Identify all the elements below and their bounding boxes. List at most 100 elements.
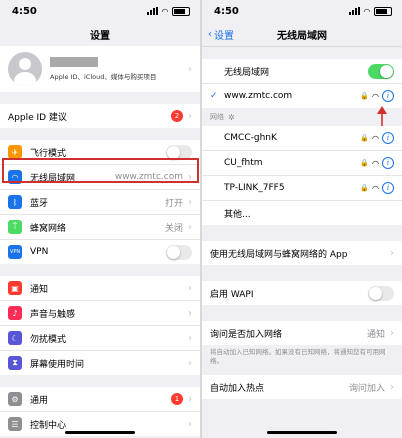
ask-join-group: 询问是否加入网络 通知 › [202,321,402,345]
vpn-label: VPN [30,247,49,257]
info-icon[interactable]: i [382,132,394,144]
status-indicators: ◠ [146,6,190,16]
lock-icon: 🔒 [360,92,370,100]
gear-icon: ⚙ [8,392,22,406]
ask-join-value: 通知 [366,329,385,340]
chevron-right-icon: › [188,307,192,319]
home-indicator [267,431,337,434]
page-title: 设置 [90,30,110,42]
page-title: 无线局域网 [277,30,327,42]
dnd-label: 勿扰模式 [30,334,67,345]
spinner-icon: ✲ [228,112,235,122]
signal-icon [146,7,158,15]
vpn-toggle[interactable] [166,244,192,260]
ask-join-row[interactable]: 询问是否加入网络 通知 › [202,321,402,345]
airplane-toggle[interactable] [166,144,192,160]
appleid-badge: 2 [171,110,183,122]
settings-panel: 4:50 ◠ 设置 Apple ID、iCloud、媒体与购买项目 › Appl… [0,0,200,438]
battery-icon [172,6,190,16]
network-name: TP-LINK_7FF5 [224,183,285,193]
general-row[interactable]: ⚙ 通用 1 › [0,387,200,412]
lock-icon: 🔒 [360,159,370,167]
ask-join-label: 询问是否加入网络 [210,329,283,340]
checkmark-icon: ✓ [210,91,218,101]
wlan-toggle-label: 无线局域网 [224,67,270,78]
appleid-suggest-label: Apple ID 建议 [8,112,67,123]
wlan-main-group: 无线局域网 ✓ www.zmtc.com 🔒 ◠ i [202,59,402,108]
hotspot-group: 自动加入热点 询问加入 › [202,375,402,399]
other-network-label: 其他... [224,209,251,220]
wifi-status-icon: ◠ [363,6,370,16]
general-badge: 1 [171,393,183,405]
status-time: 4:50 [12,5,37,17]
wifi-signal-icon: ◠ [372,158,379,168]
chevron-right-icon: › [188,110,192,122]
profile-row[interactable]: Apple ID、iCloud、媒体与购买项目 › [0,46,200,92]
chevron-right-icon: › [188,332,192,344]
notification-group: ▣ 通知 › ♪ 声音与触感 › ☾ 勿扰模式 › ⧗ 屏幕使用时间 › [0,276,200,375]
wlan-panel: 4:50 ◠ ‹ 设置 无线局域网 无线局域网 ✓ www.zmtc.com 🔒… [202,0,402,438]
airplane-label: 飞行模式 [30,148,67,159]
other-network-row[interactable]: 其他... [202,201,402,225]
wlan-toggle[interactable] [368,63,394,79]
wapi-label: 启用 WAPI [210,289,254,300]
lock-icon: 🔒 [360,184,370,192]
network-row[interactable]: CMCC-ghnK 🔒 ◠ i [202,126,402,151]
screentime-row[interactable]: ⧗ 屏幕使用时间 › [0,351,200,375]
chevron-right-icon: › [390,327,394,339]
connected-network-row[interactable]: ✓ www.zmtc.com 🔒 ◠ i [202,84,402,108]
auto-hotspot-row[interactable]: 自动加入热点 询问加入 › [202,375,402,399]
vpn-row[interactable]: VPN VPN [0,240,200,264]
vpn-icon: VPN [8,245,22,259]
network-row[interactable]: CU_fhtm 🔒 ◠ i [202,151,402,176]
screenshot: 4:50 ◠ 设置 Apple ID、iCloud、媒体与购买项目 › Appl… [0,0,402,438]
chevron-right-icon: › [390,247,394,259]
wifi-icon: ◠ [8,170,22,184]
bluetooth-icon: ᛒ [8,195,22,209]
bluetooth-row[interactable]: ᛒ 蓝牙 打开 › [0,190,200,215]
network-name: CMCC-ghnK [224,133,277,143]
dnd-row[interactable]: ☾ 勿扰模式 › [0,326,200,351]
wifi-signal-icon: ◠ [372,183,379,193]
wapi-toggle[interactable] [368,285,394,301]
nav-bar: 设置 [0,22,200,46]
control-center-label: 控制中心 [30,420,67,431]
airplane-row[interactable]: ✈ 飞行模式 [0,140,200,165]
cellular-row[interactable]: ⍑ 蜂窝网络 关闭 › [0,215,200,240]
appleid-group: Apple ID 建议 2 › [0,104,200,128]
notification-row[interactable]: ▣ 通知 › [0,276,200,301]
sound-icon: ♪ [8,306,22,320]
lock-icon: 🔒 [360,134,370,142]
cellular-value: 关闭 [164,223,183,234]
wlan-row[interactable]: ◠ 无线局域网 www.zmtc.com › [0,165,200,190]
app-usage-row[interactable]: 使用无线局域网与蜂窝网络的 App › [202,241,402,265]
wlan-toggle-row: 无线局域网 [202,59,402,84]
sound-label: 声音与触感 [30,309,76,320]
network-name: CU_fhtm [224,158,263,168]
antenna-icon: ⍑ [8,220,22,234]
wlan-label: 无线局域网 [30,173,76,184]
back-button[interactable]: ‹ 设置 [208,27,234,42]
network-row[interactable]: TP-LINK_7FF5 🔒 ◠ i [202,176,402,201]
moon-icon: ☾ [8,331,22,345]
screentime-label: 屏幕使用时间 [30,359,85,370]
chevron-right-icon: › [188,63,192,75]
status-time: 4:50 [214,5,239,17]
wapi-group: 启用 WAPI [202,281,402,305]
info-icon[interactable]: i [382,182,394,194]
bluetooth-value: 打开 [164,198,183,209]
info-icon[interactable]: i [382,90,394,102]
chevron-right-icon: › [188,357,192,369]
info-icon[interactable]: i [382,157,394,169]
wapi-row: 启用 WAPI [202,281,402,305]
appleid-suggest-row[interactable]: Apple ID 建议 2 › [0,104,200,128]
sound-row[interactable]: ♪ 声音与触感 › [0,301,200,326]
hourglass-icon: ⧗ [8,356,22,370]
chevron-right-icon: › [188,393,192,405]
notification-label: 通知 [30,284,49,295]
wifi-signal-icon: ◠ [372,133,379,143]
airplane-icon: ✈ [8,145,22,159]
profile-name-redacted [50,57,98,67]
signal-icon [348,7,360,15]
chevron-right-icon: › [188,418,192,430]
